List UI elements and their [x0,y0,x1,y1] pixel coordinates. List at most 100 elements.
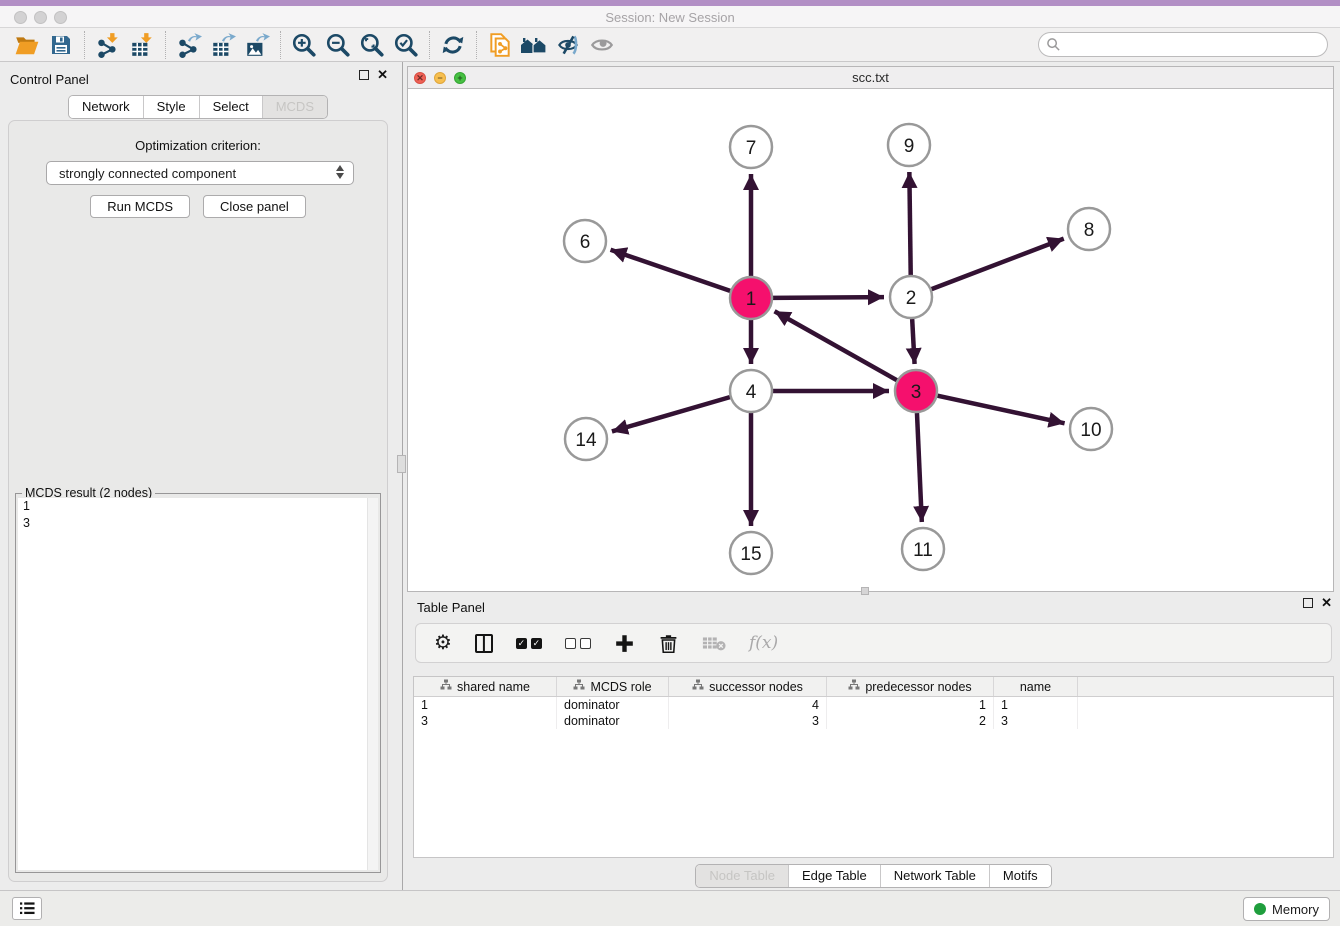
toolbar-separator [280,31,281,59]
function-builder-icon[interactable]: f(x) [749,629,778,657]
column-label: MCDS role [590,680,651,694]
search-input[interactable] [1061,35,1327,55]
main-area: Control Panel ✕ NetworkStyleSelectMCDS O… [0,62,1340,890]
graph-edge-3-1[interactable] [775,311,897,380]
tab-edge-table[interactable]: Edge Table [788,865,880,887]
graph-node-label: 3 [911,382,922,403]
delete-row-icon[interactable] [658,629,679,657]
tab-style[interactable]: Style [143,96,199,118]
graph-node-label: 9 [904,136,915,157]
graph-node-label: 6 [580,232,591,253]
zoom-selected-icon[interactable] [389,30,423,60]
graph-edge-1-2[interactable] [773,297,884,298]
float-panel-icon[interactable] [359,70,369,80]
mcds-result-group: MCDS result (2 nodes) 13 [15,493,381,873]
close-panel-icon[interactable]: ✕ [377,70,388,80]
mcds-result-text[interactable]: 13 [18,498,378,870]
tab-mcds[interactable]: MCDS [262,96,327,118]
graph-edge-2-3[interactable] [912,319,914,364]
zoom-out-icon[interactable] [321,30,355,60]
graph-edge-3-10[interactable] [937,396,1064,424]
window-title: Session: New Session [0,10,1340,25]
graph-edge-4-14[interactable] [612,397,730,431]
table-cell[interactable]: 1 [827,697,994,713]
column-header-MCDS-role[interactable]: MCDS role [557,677,669,696]
network-window-titlebar[interactable]: ✕ − + scc.txt [408,67,1333,89]
table-cell[interactable]: 3 [414,713,557,729]
table-cell[interactable]: 3 [994,713,1078,729]
column-label: predecessor nodes [865,680,971,694]
table-cell[interactable]: dominator [557,697,669,713]
close-panel-button[interactable]: Close panel [203,195,306,218]
toggle-column-icon[interactable] [475,629,493,657]
graph-node-label: 7 [746,138,757,159]
network-window-title: scc.txt [408,70,1333,85]
dropdown-stepper-icon [336,165,344,179]
panel-divider[interactable] [402,62,403,890]
float-table-panel-icon[interactable] [1303,598,1313,608]
status-bar: Memory [0,890,1340,926]
column-header-predecessor-nodes[interactable]: predecessor nodes [827,677,994,696]
add-row-icon[interactable] [614,629,635,657]
close-table-panel-icon[interactable]: ✕ [1321,598,1332,608]
criterion-dropdown[interactable]: strongly connected component [46,161,354,185]
export-network-icon[interactable] [172,30,206,60]
deselect-all-icon[interactable] [565,629,591,657]
graph-edge-1-6[interactable] [611,250,731,291]
column-header-successor-nodes[interactable]: successor nodes [669,677,827,696]
export-table-icon[interactable] [206,30,240,60]
titlebar: Session: New Session [0,6,1340,28]
column-header-shared-name[interactable]: shared name [414,677,557,696]
table-row[interactable]: 1dominator411 [414,697,1333,713]
memory-button[interactable]: Memory [1243,897,1330,921]
column-header-name[interactable]: name [994,677,1078,696]
import-table-icon[interactable] [125,30,159,60]
export-image-icon[interactable] [240,30,274,60]
table-cell[interactable]: 2 [827,713,994,729]
network-graph[interactable]: 1234678910111415 [408,89,1333,592]
list-icon [19,901,36,916]
zoom-fit-icon[interactable] [355,30,389,60]
save-session-icon[interactable] [44,30,78,60]
graph-edge-2-8[interactable] [932,239,1064,290]
import-network-icon[interactable] [91,30,125,60]
run-mcds-button[interactable]: Run MCDS [90,195,190,218]
search-box[interactable] [1038,32,1328,57]
graph-node-label: 15 [740,544,761,565]
table-row[interactable]: 3dominator323 [414,713,1333,729]
table-cell[interactable]: 4 [669,697,827,713]
tab-motifs[interactable]: Motifs [989,865,1051,887]
table-cell[interactable]: dominator [557,713,669,729]
task-history-button[interactable] [12,897,42,920]
memory-status-icon [1254,903,1266,915]
settings-gear-icon[interactable]: ⚙ [434,629,452,657]
column-label: name [1020,680,1051,694]
cybrowser-home-icon[interactable] [517,30,551,60]
graph-node-label: 10 [1080,420,1101,441]
graph-edge-2-9[interactable] [909,172,910,275]
zoom-in-icon[interactable] [287,30,321,60]
refresh-icon[interactable] [436,30,470,60]
memory-label: Memory [1272,902,1319,917]
show-graphics-details-icon[interactable] [585,30,619,60]
result-line: 3 [18,515,378,532]
select-all-icon[interactable]: ✓✓ [516,629,542,657]
open-session-icon[interactable] [10,30,44,60]
tab-select[interactable]: Select [199,96,262,118]
table-cell[interactable]: 1 [414,697,557,713]
result-scrollbar[interactable] [367,498,378,870]
horizontal-divider-handle[interactable] [861,587,869,595]
graph-node-label: 11 [913,540,933,561]
clear-table-icon[interactable] [702,629,726,657]
tab-node-table[interactable]: Node Table [696,865,788,887]
table-cell[interactable]: 1 [994,697,1078,713]
tab-network[interactable]: Network [69,96,143,118]
network-canvas[interactable]: 1234678910111415 [408,89,1333,591]
panel-divider-handle[interactable] [397,455,406,473]
hide-graphics-details-icon[interactable] [551,30,585,60]
duplicate-network-icon[interactable] [483,30,517,60]
table-cell[interactable]: 3 [669,713,827,729]
tab-network-table[interactable]: Network Table [880,865,989,887]
table-toolbar: ⚙ ✓✓ f(x) [415,623,1332,663]
graph-edge-3-11[interactable] [917,413,922,522]
